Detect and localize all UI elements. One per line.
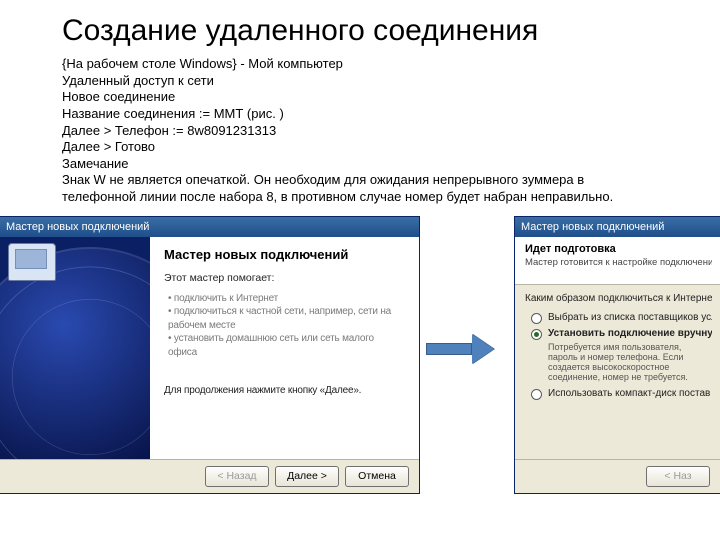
radio-label: Установить подключение вручную — [548, 328, 712, 339]
radio-option-provider-list[interactable]: Выбрать из списка поставщиков усл — [531, 312, 712, 324]
radio-label: Использовать компакт-диск постав — [548, 388, 710, 399]
arrow-right-icon — [426, 334, 496, 364]
wizard-window-intro: Мастер новых подключений Мастер новых по… — [0, 216, 420, 494]
wizard-lead: Этот мастер помогает: — [164, 272, 405, 284]
wizard-subtext: Мастер готовится к настройке подключения… — [525, 257, 712, 268]
wizard-heading: Мастер новых подключений — [164, 247, 405, 262]
back-button[interactable]: < Наз — [646, 466, 710, 487]
radio-icon — [531, 389, 542, 400]
button-bar: < Назад Далее > Отмена — [0, 459, 419, 493]
radio-option-manual[interactable]: Установить подключение вручную — [531, 328, 712, 340]
wizard-subheading: Идет подготовка — [525, 243, 712, 255]
instruction-text: {На рабочем столе Windows} - Мой компьют… — [62, 56, 658, 206]
radio-label: Выбрать из списка поставщиков усл — [548, 312, 712, 323]
wizard-window-options: Мастер новых подключений Идет подготовка… — [514, 216, 720, 494]
wizard-bullets: подключить к Интернет подключиться к час… — [164, 292, 405, 360]
radio-icon — [531, 329, 542, 340]
page-title: Создание удаленного соединения — [62, 14, 720, 48]
device-icon — [8, 243, 56, 281]
titlebar: Мастер новых подключений — [515, 217, 720, 237]
wizard-sidebar-art — [0, 237, 150, 459]
wizard-question: Каким образом подключиться к Интернету? — [525, 293, 712, 304]
button-bar: < Наз — [515, 459, 720, 493]
cancel-button[interactable]: Отмена — [345, 466, 409, 487]
next-button[interactable]: Далее > — [275, 466, 339, 487]
radio-icon — [531, 313, 542, 324]
back-button[interactable]: < Назад — [205, 466, 269, 487]
radio-option-cd[interactable]: Использовать компакт-диск постав — [531, 388, 712, 400]
wizard-hint: Для продолжения нажмите кнопку «Далее». — [164, 385, 405, 396]
titlebar: Мастер новых подключений — [0, 217, 419, 237]
radio-description: Потребуется имя пользователя, пароль и н… — [548, 342, 712, 382]
